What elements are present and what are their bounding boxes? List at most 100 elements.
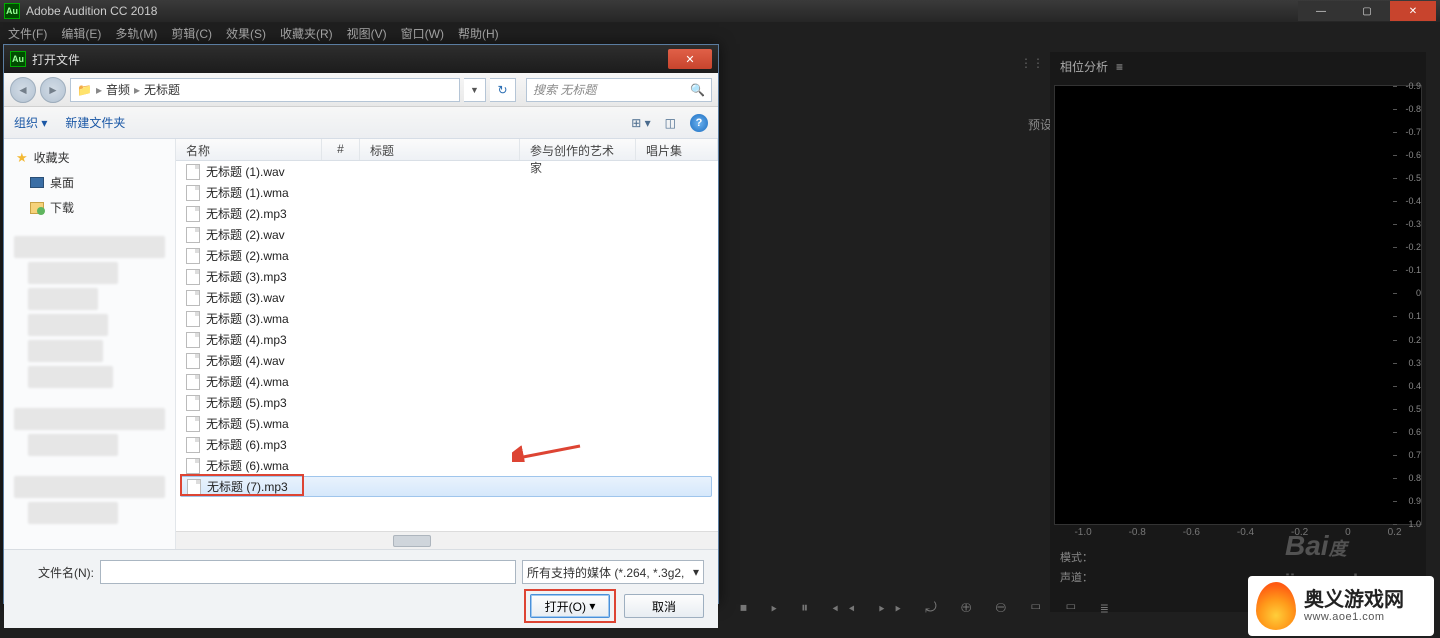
file-icon (186, 206, 200, 222)
file-name: 无标题 (4).mp3 (206, 331, 287, 348)
file-pane: 名称 # 标题 参与创作的艺术家 唱片集 无标题 (1).wav无标题 (1).… (176, 139, 718, 549)
sidebar-downloads[interactable]: 下载 (8, 195, 171, 220)
sidebar-item-label: 下载 (50, 199, 74, 216)
minimize-button[interactable]: — (1298, 1, 1344, 21)
dialog-close-button[interactable]: ✕ (668, 49, 712, 69)
file-icon (186, 185, 200, 201)
annotation-arrow (512, 442, 582, 462)
menu-edit[interactable]: 编辑(E) (61, 25, 101, 42)
file-icon (186, 437, 200, 453)
nav-back-button[interactable]: ◄ (10, 77, 36, 103)
file-row[interactable]: 无标题 (3).mp3 (176, 266, 718, 287)
menubar: 文件(F) 编辑(E) 多轨(M) 剪辑(C) 效果(S) 收藏夹(R) 视图(… (0, 22, 1440, 44)
download-icon (30, 202, 44, 214)
file-name: 无标题 (6).wma (206, 457, 289, 474)
menu-clip[interactable]: 剪辑(C) (171, 25, 212, 42)
titlebar: Au Adobe Audition CC 2018 — ▢ ✕ (0, 0, 1440, 22)
blurred-item (14, 408, 165, 430)
file-name: 无标题 (5).mp3 (206, 394, 287, 411)
star-icon: ★ (16, 150, 28, 166)
menu-window[interactable]: 窗口(W) (401, 25, 444, 42)
help-icon[interactable]: ? (690, 114, 708, 132)
dialog-toolbar: 组织 ▾ 新建文件夹 ⊞ ▾ ◫ ? (4, 107, 718, 139)
panel-divider-icon[interactable]: ⋮⋮ (1020, 56, 1028, 74)
file-name: 无标题 (2).wma (206, 247, 289, 264)
file-row[interactable]: 无标题 (4).wma (176, 371, 718, 392)
blurred-item (14, 476, 165, 498)
file-name: 无标题 (2).wav (206, 226, 285, 243)
file-row[interactable]: 无标题 (6).mp3 (176, 434, 718, 455)
search-input[interactable]: 搜索 无标题 🔍 (526, 78, 712, 102)
file-icon (186, 227, 200, 243)
menu-multitrack[interactable]: 多轨(M) (115, 25, 157, 42)
search-icon: 🔍 (690, 83, 705, 97)
menu-file[interactable]: 文件(F) (8, 25, 47, 42)
monitor-icon (30, 177, 44, 188)
file-icon (186, 416, 200, 432)
file-row[interactable]: 无标题 (2).mp3 (176, 203, 718, 224)
folder-icon: 📁 (77, 83, 92, 97)
col-album[interactable]: 唱片集 (636, 139, 718, 160)
file-icon (187, 479, 201, 495)
col-title[interactable]: 标题 (360, 139, 520, 160)
transport-icons[interactable]: ⏹ ▸ ⏸ ◂◂ ▸▸ ⤾ ⊕ ⊖ ▭ ▭ ≣ (740, 599, 1119, 616)
sidebar-item-label: 收藏夹 (34, 149, 70, 166)
file-row[interactable]: 无标题 (6).wma (176, 455, 718, 476)
filetype-select[interactable]: 所有支持的媒体 (*.264, *.3g2,▾ (522, 560, 704, 584)
col-name[interactable]: 名称 (176, 139, 322, 160)
maximize-button[interactable]: ▢ (1344, 1, 1390, 21)
preset-label[interactable]: 预设 (1028, 116, 1052, 133)
file-icon (186, 311, 200, 327)
organize-button[interactable]: 组织 ▾ (14, 114, 47, 131)
file-row[interactable]: 无标题 (3).wav (176, 287, 718, 308)
menu-help[interactable]: 帮助(H) (458, 25, 499, 42)
file-row[interactable]: 无标题 (5).wma (176, 413, 718, 434)
file-icon (186, 332, 200, 348)
blurred-item (28, 288, 98, 310)
refresh-button[interactable]: ↻ (490, 78, 516, 102)
preview-pane-button[interactable]: ◫ (665, 116, 676, 130)
app-icon: Au (4, 3, 20, 19)
panel-menu-icon[interactable]: ≡ (1116, 60, 1121, 74)
blurred-item (28, 434, 118, 456)
filetype-label: 所有支持的媒体 (*.264, *.3g2, (527, 564, 684, 581)
sidebar-favorites[interactable]: ★ 收藏夹 (8, 145, 171, 170)
file-icon (186, 248, 200, 264)
col-num[interactable]: # (322, 139, 360, 160)
file-row[interactable]: 无标题 (2).wav (176, 224, 718, 245)
file-row[interactable]: 无标题 (4).mp3 (176, 329, 718, 350)
dialog-footer: 文件名(N): 所有支持的媒体 (*.264, *.3g2,▾ 打开(O) ▾ … (4, 549, 718, 628)
h-scrollbar[interactable] (176, 531, 718, 549)
dialog-app-icon: Au (10, 51, 26, 67)
file-row[interactable]: 无标题 (7).mp3 (180, 476, 712, 497)
cancel-button[interactable]: 取消 (624, 594, 704, 618)
flame-icon (1256, 582, 1296, 630)
breadcrumb[interactable]: 📁 ▸ 音频 ▸ 无标题 (70, 78, 460, 102)
menu-favorites[interactable]: 收藏夹(R) (280, 25, 333, 42)
blurred-item (28, 366, 113, 388)
nav-fwd-button[interactable]: ► (40, 77, 66, 103)
breadcrumb-dropdown[interactable]: ▼ (464, 78, 486, 102)
file-row[interactable]: 无标题 (3).wma (176, 308, 718, 329)
file-name: 无标题 (3).mp3 (206, 268, 287, 285)
col-artist[interactable]: 参与创作的艺术家 (520, 139, 636, 160)
file-list[interactable]: 无标题 (1).wav 无标题 (1).wma无标题 (2).mp3 无标题 (2)… (176, 161, 718, 531)
sidebar-desktop[interactable]: 桌面 (8, 170, 171, 195)
file-row[interactable]: 无标题 (4).wav (176, 350, 718, 371)
menu-view[interactable]: 视图(V) (347, 25, 387, 42)
file-name: 无标题 (1).wav (206, 163, 285, 180)
close-button[interactable]: ✕ (1390, 1, 1436, 21)
file-row[interactable]: 无标题 (1).wav (176, 161, 718, 182)
menu-effect[interactable]: 效果(S) (226, 25, 266, 42)
file-row[interactable]: 无标题 (5).mp3 (176, 392, 718, 413)
file-row[interactable]: 无标题 (1).wma (176, 182, 718, 203)
view-mode-button[interactable]: ⊞ ▾ (631, 116, 650, 130)
breadcrumb-seg-audio[interactable]: 音频 (106, 81, 130, 98)
file-row[interactable]: 无标题 (2).wma (176, 245, 718, 266)
file-name: 无标题 (4).wav (206, 352, 285, 369)
filename-input[interactable] (100, 560, 516, 584)
open-button[interactable]: 打开(O) ▾ (530, 594, 610, 618)
breadcrumb-seg-untitled[interactable]: 无标题 (144, 81, 180, 98)
app-title: Adobe Audition CC 2018 (26, 4, 157, 18)
new-folder-button[interactable]: 新建文件夹 (65, 114, 125, 131)
